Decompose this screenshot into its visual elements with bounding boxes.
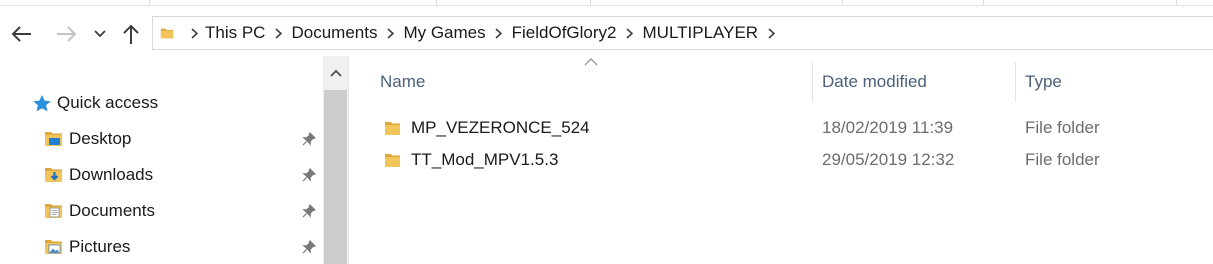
file-row[interactable]: MP_VEZERONCE_524 18/02/2019 11:39 File f… bbox=[370, 112, 1213, 144]
breadcrumb-separator[interactable] bbox=[758, 27, 784, 39]
recent-locations-button[interactable] bbox=[92, 22, 108, 46]
chevron-down-icon bbox=[94, 30, 106, 38]
pictures-folder-icon bbox=[45, 240, 62, 254]
breadcrumb-multiplayer[interactable]: MULTIPLAYER bbox=[643, 23, 759, 43]
pane-divider[interactable] bbox=[348, 56, 349, 264]
pin-icon[interactable] bbox=[300, 166, 318, 184]
arrow-up-icon bbox=[123, 24, 139, 44]
breadcrumb-this-pc[interactable]: This PC bbox=[205, 23, 265, 43]
sidebar-item-desktop[interactable]: Desktop bbox=[44, 128, 131, 150]
column-header-type[interactable]: Type bbox=[1025, 62, 1205, 102]
breadcrumb-documents[interactable]: Documents bbox=[291, 23, 377, 43]
breadcrumb-separator[interactable] bbox=[377, 27, 403, 39]
sidebar-item-label: Quick access bbox=[57, 93, 159, 112]
file-row[interactable]: TT_Mod_MPV1.5.3 29/05/2019 12:32 File fo… bbox=[370, 144, 1213, 176]
breadcrumb-separator[interactable] bbox=[183, 27, 205, 39]
navigation-pane: Quick access Desktop Downloads Documents bbox=[0, 56, 323, 264]
file-name: TT_Mod_MPV1.5.3 bbox=[411, 150, 559, 169]
arrow-left-icon bbox=[11, 26, 31, 42]
column-divider[interactable] bbox=[1015, 62, 1016, 102]
forward-button[interactable] bbox=[54, 22, 80, 46]
breadcrumb-separator[interactable] bbox=[265, 27, 291, 39]
desktop-folder-icon bbox=[45, 132, 62, 146]
breadcrumb-separator[interactable] bbox=[486, 27, 512, 39]
ribbon-edge bbox=[0, 0, 1213, 6]
downloads-folder-icon bbox=[45, 168, 62, 182]
breadcrumb-separator[interactable] bbox=[617, 27, 643, 39]
file-date-modified: 18/02/2019 11:39 bbox=[822, 118, 954, 137]
file-type: File folder bbox=[1025, 150, 1100, 169]
file-name: MP_VEZERONCE_524 bbox=[411, 118, 590, 137]
folder-icon bbox=[160, 28, 174, 39]
sidebar-item-quick-access[interactable]: Quick access bbox=[32, 92, 158, 114]
breadcrumb-fieldofglory2[interactable]: FieldOfGlory2 bbox=[512, 23, 617, 43]
sidebar-item-documents[interactable]: Documents bbox=[44, 200, 155, 222]
sidebar-item-label: Documents bbox=[69, 201, 155, 220]
pin-icon[interactable] bbox=[300, 130, 318, 148]
file-date-modified: 29/05/2019 12:32 bbox=[822, 150, 955, 169]
breadcrumb-my-games[interactable]: My Games bbox=[403, 23, 485, 43]
column-header-date-modified[interactable]: Date modified bbox=[822, 62, 1012, 102]
documents-folder-icon bbox=[45, 204, 62, 218]
folder-icon bbox=[385, 154, 400, 167]
scroll-up-button[interactable] bbox=[323, 56, 348, 90]
back-button[interactable] bbox=[8, 22, 34, 46]
column-divider[interactable] bbox=[812, 62, 813, 102]
scroll-thumb[interactable] bbox=[324, 90, 347, 264]
column-header-name[interactable]: Name bbox=[380, 62, 810, 102]
sidebar-item-label: Pictures bbox=[69, 237, 131, 256]
arrow-right-icon bbox=[57, 26, 77, 42]
pin-icon[interactable] bbox=[300, 202, 318, 220]
up-button[interactable] bbox=[119, 22, 143, 46]
star-icon bbox=[33, 94, 51, 111]
address-bar[interactable]: This PC Documents My Games FieldOfGlory2… bbox=[152, 16, 1213, 50]
file-type: File folder bbox=[1025, 118, 1100, 137]
sidebar-item-label: Downloads bbox=[69, 165, 154, 184]
sidebar-item-label: Desktop bbox=[69, 129, 132, 148]
navigation-scrollbar[interactable] bbox=[323, 56, 348, 264]
pin-icon[interactable] bbox=[300, 238, 318, 256]
folder-icon bbox=[385, 122, 400, 135]
sidebar-item-downloads[interactable]: Downloads bbox=[44, 164, 153, 186]
chevron-up-icon bbox=[329, 69, 342, 77]
sidebar-item-pictures[interactable]: Pictures bbox=[44, 236, 130, 258]
